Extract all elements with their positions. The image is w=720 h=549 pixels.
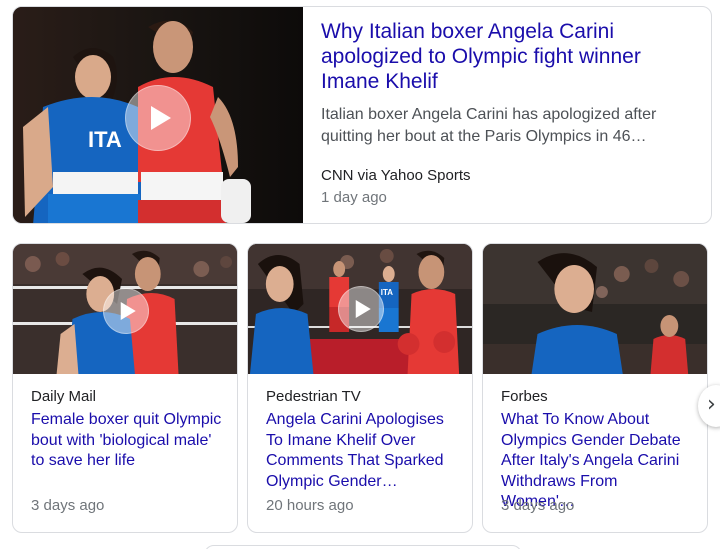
story-thumbnail[interactable]: ITA — [248, 244, 472, 374]
chevron-right-icon: › — [707, 392, 716, 417]
top-story-card[interactable]: ITA Why Italian boxer Angela Carini apol… — [12, 6, 712, 224]
top-story-snippet: Italian boxer Angela Carini has apologiz… — [321, 106, 657, 145]
jersey-text: ITA — [88, 127, 122, 152]
story-card[interactable]: Daily Mail Female boxer quit Olympic bou… — [12, 243, 238, 533]
story-card[interactable]: Forbes What To Know About Olympics Gende… — [482, 243, 708, 533]
boxer-image — [483, 244, 707, 374]
top-story-thumbnail[interactable]: ITA — [13, 7, 303, 223]
top-story-time: 1 day ago — [321, 189, 387, 206]
play-icon[interactable] — [125, 85, 191, 151]
jersey-text: ITA — [381, 288, 393, 297]
play-icon[interactable] — [338, 286, 384, 332]
story-card[interactable]: ITA Pedestrian TV Angela Carini Apologis… — [247, 243, 473, 533]
more-news-button[interactable] — [204, 545, 522, 549]
story-title[interactable]: Angela Carini Apologises To Imane Khelif… — [266, 410, 460, 492]
story-title[interactable]: Female boxer quit Olympic bout with 'bio… — [31, 410, 225, 472]
story-source: Forbes — [501, 388, 548, 405]
play-icon[interactable] — [103, 288, 149, 334]
top-story-title[interactable]: Why Italian boxer Angela Carini apologiz… — [321, 19, 697, 94]
story-thumbnail[interactable] — [13, 244, 237, 374]
story-source: Pedestrian TV — [266, 388, 361, 405]
story-time: 3 days ago — [31, 497, 105, 514]
top-story-source: CNN via Yahoo Sports — [321, 167, 471, 184]
story-time: 3 days ago — [501, 497, 575, 514]
story-thumbnail — [483, 244, 707, 374]
story-time: 20 hours ago — [266, 497, 354, 514]
story-source: Daily Mail — [31, 388, 97, 405]
